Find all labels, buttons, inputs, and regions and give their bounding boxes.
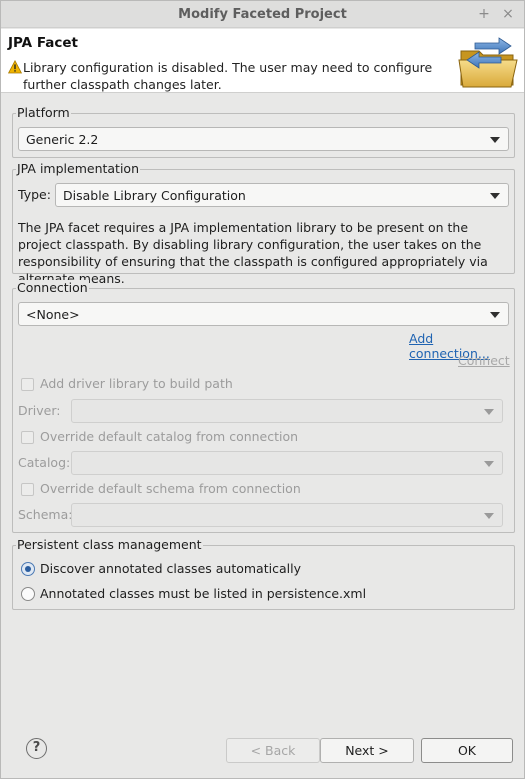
dialog-header: JPA Facet Library configuration is disab… (1, 29, 524, 93)
chevron-down-icon (490, 193, 500, 199)
close-button[interactable]: × (499, 5, 517, 23)
add-driver-label: Add driver library to build path (40, 376, 233, 391)
connection-group: Connection <None> Add connection... Conn… (12, 280, 515, 533)
jpa-description: The JPA facet requires a JPA implementat… (18, 220, 488, 286)
ok-button[interactable]: OK (421, 738, 513, 763)
jpa-implementation-legend: JPA implementation (16, 161, 140, 177)
override-schema-checkbox[interactable] (21, 483, 34, 496)
chevron-down-icon (484, 461, 494, 467)
add-driver-checkbox[interactable] (21, 378, 34, 391)
chevron-down-icon (484, 513, 494, 519)
warning-icon (8, 60, 22, 74)
help-button[interactable]: ? (26, 738, 47, 759)
dialog-window: Modify Faceted Project + × JPA Facet Lib… (0, 0, 525, 779)
connection-select-value: <None> (26, 307, 80, 322)
type-select-value: Disable Library Configuration (63, 188, 246, 203)
connect-link[interactable]: Connect (458, 353, 510, 368)
platform-select[interactable]: Generic 2.2 (18, 127, 509, 151)
header-message: Library configuration is disabled. The u… (23, 60, 433, 92)
jpa-implementation-group: JPA implementation Type: Disable Library… (12, 161, 515, 286)
next-button[interactable]: Next > (320, 738, 414, 763)
catalog-label: Catalog: (18, 455, 71, 470)
override-catalog-label: Override default catalog from connection (40, 429, 299, 444)
title-bar: Modify Faceted Project + × (1, 1, 524, 28)
persistent-class-group: Persistent class management Discover ann… (12, 537, 515, 610)
folder-icon (458, 37, 518, 88)
driver-select[interactable] (71, 399, 503, 423)
listed-classes-label[interactable]: Annotated classes must be listed in pers… (40, 586, 366, 601)
connection-legend: Connection (16, 280, 89, 296)
platform-select-value: Generic 2.2 (26, 132, 99, 147)
back-button[interactable]: < Back (226, 738, 320, 763)
schema-label: Schema: (18, 507, 73, 522)
catalog-select[interactable] (71, 451, 503, 475)
listed-classes-radio[interactable] (21, 587, 35, 601)
connection-select[interactable]: <None> (18, 302, 509, 326)
persistent-class-legend: Persistent class management (16, 537, 203, 553)
discover-classes-radio[interactable] (21, 562, 35, 576)
type-select[interactable]: Disable Library Configuration (55, 183, 509, 207)
platform-legend: Platform (16, 105, 71, 121)
chevron-down-icon (490, 137, 500, 143)
driver-label: Driver: (18, 403, 61, 418)
type-label: Type: (18, 187, 51, 202)
window-title: Modify Faceted Project (178, 7, 347, 22)
platform-group: Platform Generic 2.2 (12, 105, 515, 158)
page-title: JPA Facet (8, 35, 78, 51)
override-schema-label: Override default schema from connection (40, 481, 301, 496)
override-catalog-checkbox[interactable] (21, 431, 34, 444)
schema-select[interactable] (71, 503, 503, 527)
maximize-button[interactable]: + (475, 5, 493, 23)
chevron-down-icon (490, 312, 500, 318)
discover-classes-label[interactable]: Discover annotated classes automatically (40, 561, 301, 576)
chevron-down-icon (484, 409, 494, 415)
